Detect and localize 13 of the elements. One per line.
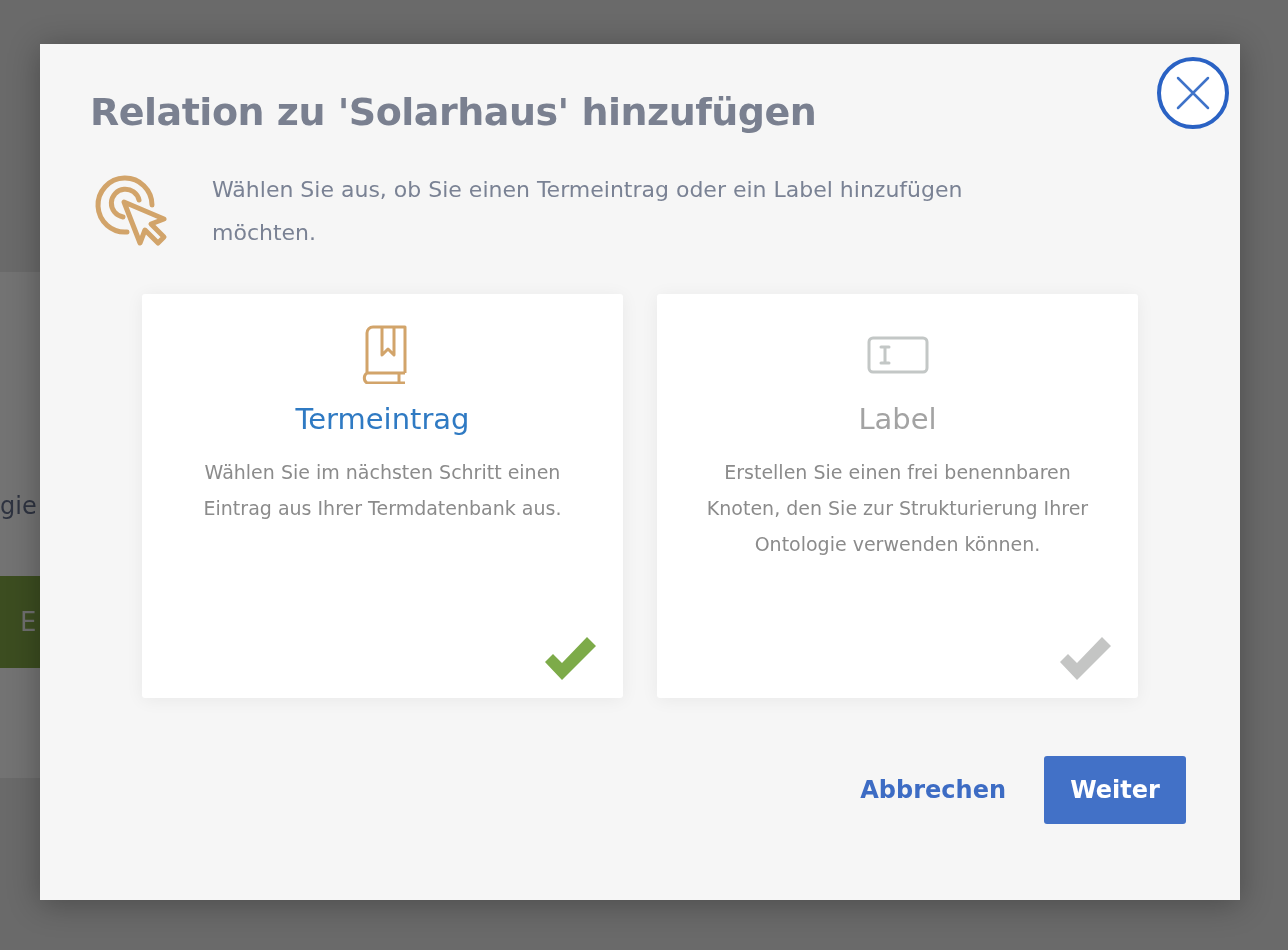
cancel-link[interactable]: Abbrechen — [860, 776, 1006, 804]
next-button[interactable]: Weiter — [1044, 756, 1186, 824]
option-title: Termeintrag — [295, 402, 470, 436]
background-text: gie — [0, 492, 37, 520]
option-title: Label — [858, 402, 937, 436]
instruction-text: Wählen Sie aus, ob Sie einen Termeintrag oder ein Label hinzufügen möchten. — [212, 176, 964, 247]
option-description: Erstellen Sie einen frei benennbaren Knoten, den Sie zur Strukturierung Ihrer Ontologie verwenden können. — [705, 460, 1090, 557]
option-card[interactable]: Label Erstellen Sie einen frei benennbaren Knoten, den Sie zur Strukturierung Ihrer Ontologie verwenden können. — [657, 294, 1138, 698]
option-description: Wählen Sie im nächsten Schritt einen Eintrag aus Ihrer Termdatenbank aus. — [202, 460, 563, 521]
option-card[interactable]: Termeintrag Wählen Sie im nächsten Schritt einen Eintrag aus Ihrer Termdatenbank aus. — [142, 294, 623, 698]
text-field-icon — [866, 336, 929, 376]
dialog-title: Relation zu 'Solarhaus' hinzufügen — [90, 90, 818, 134]
close-icon[interactable] — [1156, 56, 1230, 130]
